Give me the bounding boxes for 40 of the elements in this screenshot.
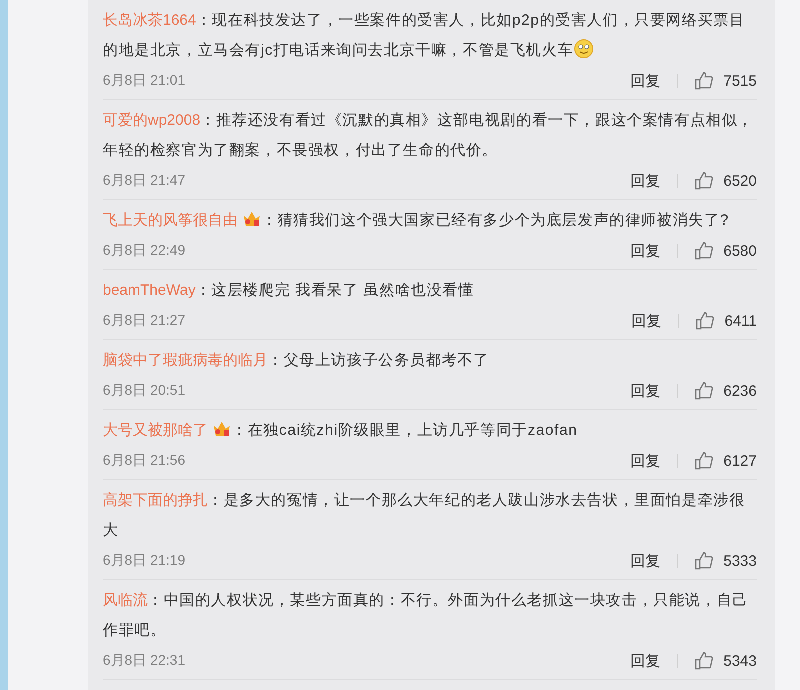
like-count: 7515 — [724, 72, 757, 90]
thumbs-up-icon[interactable] — [694, 551, 714, 571]
timestamp: 6月8日 22:31 — [103, 652, 186, 670]
like-count: 5333 — [724, 552, 757, 570]
thumbs-up-icon[interactable] — [694, 651, 714, 671]
timestamp: 6月8日 21:47 — [103, 172, 186, 190]
like-count: 5343 — [724, 652, 757, 670]
thumbs-up-icon[interactable] — [694, 451, 714, 471]
comment-text: 脑袋中了瑕疵病毒的临月：父母上访孩子公务员都考不了 — [103, 351, 490, 371]
reply-link[interactable]: 回复 — [630, 652, 661, 670]
thumbs-up-icon[interactable] — [694, 171, 714, 191]
thumbs-up-icon[interactable] — [694, 381, 714, 401]
comment-text: 长岛冰茶1664：现在科技发达了，一些案件的受害人，比如p2p的受害人们，只要网络买票目的地是北京，立马会有jc打电话来询问去北京干嘛，不管是飞机火车 — [103, 11, 746, 61]
like-count: 6411 — [724, 312, 757, 330]
reply-link[interactable]: 回复 — [630, 242, 661, 260]
reply-link[interactable]: 回复 — [630, 172, 661, 190]
thumbs-up-icon[interactable] — [694, 311, 715, 331]
timestamp: 6月8日 20:51 — [103, 382, 186, 400]
comment-text: 大号又被那啥了 ：在独cai统zhi阶级眼里，上访几乎等同于zaofan — [103, 419, 579, 441]
comment-text: 可爱的wp2008：推荐还没有看过《沉默的真相》这部电视剧的看一下，跟这个案情有点相似，年轻的检察官为了翻案，不畏强权，付出了生命的代价。 — [103, 111, 755, 161]
timestamp: 6月8日 21:56 — [103, 452, 186, 470]
reply-link[interactable]: 回复 — [630, 452, 661, 470]
like-count: 6580 — [724, 242, 757, 260]
like-count: 6520 — [724, 172, 757, 190]
comment-text: 风临流：中国的人权状况，某些方面真的：不行。外面为什么老抓这一块攻击，只能说，自己作罪吧。 — [103, 591, 750, 641]
comment-text: 飞上天的风筝很自由 ：猜猜我们这个强大国家已经有多少个为底层发声的律师被消失了? — [103, 209, 730, 231]
reply-link[interactable]: 回复 — [630, 72, 661, 90]
reply-link[interactable]: 回复 — [632, 312, 662, 330]
thumbs-up-icon[interactable] — [694, 71, 714, 91]
like-count: 6127 — [724, 452, 757, 470]
timestamp: 6月8日 22:49 — [103, 242, 186, 260]
comment-text: beamTheWay：这层楼爬完 我看呆了 虽然啥也没看懂 — [103, 281, 476, 301]
timestamp: 6月8日 21:01 — [103, 72, 186, 90]
timestamp: 6月8日 21:19 — [103, 552, 186, 570]
timestamp: 6月8日 21:27 — [103, 312, 186, 330]
comment-text: 高架下面的挣扎：是多大的冤情，让一个那么大年纪的老人跋山涉水去告状，里面怕是牵涉很大 — [103, 491, 746, 541]
reply-link[interactable]: 回复 — [630, 382, 661, 400]
like-count: 6236 — [724, 382, 757, 400]
reply-link[interactable]: 回复 — [630, 552, 661, 570]
thumbs-up-icon[interactable] — [694, 241, 714, 261]
